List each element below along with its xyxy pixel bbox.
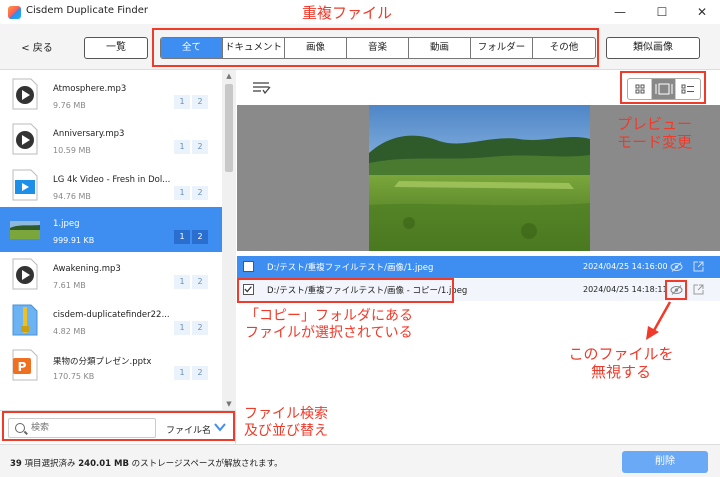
preview-mode-caption-1: プレビュー [617, 115, 693, 133]
group-count-badge: 1 [174, 321, 190, 335]
duplicate-file-list: Atmosphere.mp3 9.76 MB 1 2 Anniversary.mp3 10… [0, 70, 236, 410]
svg-text:P: P [18, 360, 27, 374]
copy-annotation: 「コピー」フォルダにある ファイルが選択されている [245, 308, 413, 342]
file-size: 999.91 KB [53, 236, 95, 245]
back-button[interactable]: < 戻る [12, 40, 62, 58]
search-highlight [2, 411, 235, 441]
copy-caption-1: 「コピー」フォルダにある [245, 308, 413, 324]
app-logo-icon [8, 6, 21, 19]
group-count-badge: 1 [174, 275, 190, 289]
file-size: 170.75 KB [53, 372, 95, 381]
file-size: 10.59 MB [53, 146, 91, 155]
file-name: cisdem-duplicatefinder22... [53, 310, 170, 320]
duplicate-row[interactable]: D:/テスト/重複ファイルテスト/画像/1.jpeg 2024/04/25 14… [237, 256, 720, 278]
preview-mode-annotation: プレビュー モード変更 [617, 115, 692, 151]
maximize-button[interactable]: ☐ [646, 0, 678, 24]
ignore-arrow-icon [646, 301, 672, 340]
file-list-item[interactable]: P 果物の分類プレゼン.pptx 170.75 KB 1 2 [0, 343, 222, 388]
group-count-badge: 1 [174, 230, 190, 244]
video-file-icon [12, 169, 38, 201]
audio-file-icon [12, 258, 38, 290]
group-count-badge: 1 [174, 186, 190, 200]
freed-size: 240.01 MB [78, 459, 129, 469]
ignore-annotation: このファイルを 無視する [556, 345, 686, 381]
freed-size-label: のストレージスペースが解放されます。 [131, 459, 283, 469]
preview-mode-caption-2: モード変更 [617, 133, 693, 151]
duplicate-date: 2024/04/25 14:16:00 [583, 262, 668, 271]
duplicate-date: 2024/04/25 14:18:11 [583, 285, 668, 294]
search-caption-2: 及び並び替え [244, 422, 328, 439]
group-count-badge: 2 [192, 275, 208, 289]
ignore-caption-2: 無視する [590, 363, 651, 381]
group-count-badge: 2 [192, 95, 208, 109]
ignore-eye-icon[interactable] [670, 261, 683, 273]
file-list-item[interactable]: cisdem-duplicatefinder22... 4.82 MB 1 2 [0, 298, 222, 343]
file-list-item[interactable]: LG 4k Video - Fresh in Dol... 94.76 MB 1 2 [0, 163, 222, 208]
duplicate-path: D:/テスト/重複ファイルテスト/画像/1.jpeg [267, 263, 434, 273]
select-options-icon[interactable] [253, 82, 271, 94]
file-name: Anniversary.mp3 [53, 129, 125, 139]
similar-images-button[interactable]: 類似画像 [606, 37, 700, 59]
search-caption-1: ファイル検索 [244, 406, 328, 422]
tabs-highlight [152, 28, 599, 67]
copy-caption-2: ファイルが選択されている [245, 324, 413, 341]
status-text: 39 項目選択済み 240.01 MB のストレージスペースが解放されます。 [10, 457, 283, 469]
status-bar: 39 項目選択済み 240.01 MB のストレージスペースが解放されます。 削… [0, 444, 720, 477]
file-name: Atmosphere.mp3 [53, 84, 127, 94]
file-name: 1.jpeg [53, 219, 80, 229]
group-count-badge: 1 [174, 95, 190, 109]
close-button[interactable]: ✕ [686, 0, 718, 24]
search-annotation: ファイル検索 及び並び替え [244, 406, 328, 440]
preview-image [369, 105, 590, 251]
selected-count-label: 項目選択済み [24, 459, 76, 469]
file-name: 果物の分類プレゼン.pptx [53, 357, 152, 367]
duplicate-checkbox[interactable] [243, 261, 254, 272]
group-count-badge: 1 [174, 140, 190, 154]
file-list-scrollbar[interactable]: ▲ ▼ [222, 70, 236, 410]
group-count-badge: 2 [192, 186, 208, 200]
file-list-item[interactable]: Awakening.mp3 7.61 MB 1 2 [0, 252, 222, 297]
audio-file-icon [12, 123, 38, 155]
group-count-badge: 2 [192, 366, 208, 380]
file-size: 7.61 MB [53, 281, 86, 290]
archive-file-icon [12, 304, 38, 336]
delete-button[interactable]: 削除 [622, 451, 708, 473]
image-thumbnail-icon [10, 221, 40, 239]
file-list-item[interactable]: Atmosphere.mp3 9.76 MB 1 2 [0, 72, 222, 117]
group-count-badge: 2 [192, 140, 208, 154]
group-count-badge: 2 [192, 321, 208, 335]
file-size: 94.76 MB [53, 192, 91, 201]
view-switch-highlight [620, 71, 706, 104]
scroll-up-arrow-icon[interactable]: ▲ [222, 70, 236, 82]
ignore-caption-1: このファイルを [568, 345, 674, 363]
open-location-icon[interactable] [693, 284, 704, 295]
pptx-file-icon: P [12, 349, 38, 381]
file-list-item[interactable]: Anniversary.mp3 10.59 MB 1 2 [0, 117, 222, 162]
file-name: Awakening.mp3 [53, 264, 121, 274]
copy-row-highlight [237, 278, 454, 303]
tabs-annotation: 重複ファイル [302, 4, 393, 22]
scroll-thumb[interactable] [225, 84, 233, 172]
selected-count: 39 [10, 459, 22, 469]
audio-file-icon [12, 78, 38, 110]
open-location-icon[interactable] [693, 261, 704, 272]
file-list-item[interactable]: 1.jpeg 999.91 KB 1 2 [0, 207, 222, 252]
file-size: 4.82 MB [53, 327, 86, 336]
group-count-badge: 1 [174, 366, 190, 380]
file-size: 9.76 MB [53, 101, 86, 110]
list-view-button[interactable]: 一覧 [84, 37, 148, 59]
file-name: LG 4k Video - Fresh in Dol... [53, 175, 171, 185]
minimize-button[interactable]: — [604, 0, 636, 24]
app-title: Cisdem Duplicate Finder [26, 5, 148, 16]
scroll-down-arrow-icon[interactable]: ▼ [222, 398, 236, 410]
group-count-badge: 2 [192, 230, 208, 244]
